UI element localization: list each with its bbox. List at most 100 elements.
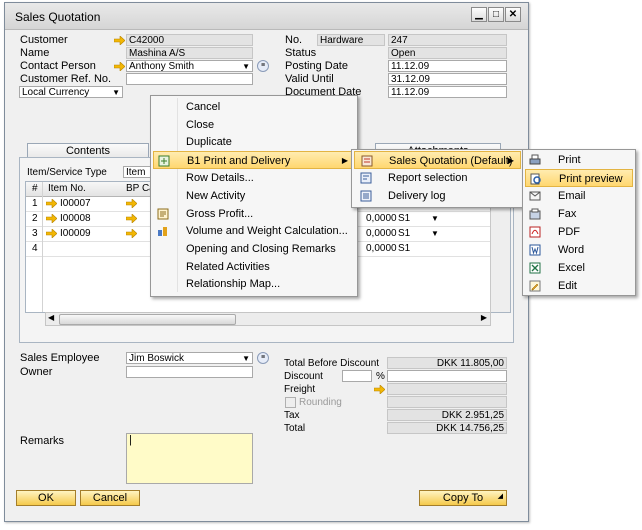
- info-icon[interactable]: ≡: [257, 352, 269, 364]
- menu-item-print[interactable]: Print: [523, 151, 635, 169]
- menu-item-sales-quotation-default[interactable]: Sales Quotation (Default) ▶: [354, 151, 521, 169]
- total-label: Total: [284, 423, 306, 434]
- document-layout-icon: [361, 155, 373, 167]
- menu-item-pdf[interactable]: PDF: [523, 223, 635, 241]
- chevron-down-icon[interactable]: ▼: [431, 227, 439, 240]
- posting-date-field[interactable]: 11.12.09: [388, 60, 507, 72]
- quantity-cell[interactable]: 0,0000: [366, 212, 397, 225]
- owner-field[interactable]: [126, 366, 253, 378]
- document-date-field[interactable]: 11.12.09: [388, 86, 507, 98]
- customer-ref-field[interactable]: [126, 73, 253, 85]
- word-icon: [529, 244, 541, 256]
- menu-item-gross-profit[interactable]: Gross Profit...: [151, 205, 357, 223]
- percent-label: %: [376, 371, 385, 382]
- remarks-label: Remarks: [20, 435, 65, 447]
- discount-amount-field[interactable]: [387, 370, 507, 382]
- scroll-right-icon[interactable]: ▶: [481, 313, 487, 322]
- menu-item-cancel[interactable]: Cancel: [151, 98, 357, 116]
- menu-item-report-selection[interactable]: Report selection: [352, 169, 523, 187]
- name-field[interactable]: Mashina A/S: [126, 47, 253, 59]
- info-icon[interactable]: ≡: [257, 60, 269, 72]
- menu-item-new-activity[interactable]: New Activity: [151, 187, 357, 205]
- menu-item-related-activities[interactable]: Related Activities: [151, 258, 357, 276]
- scroll-left-icon[interactable]: ◀: [48, 313, 54, 322]
- menu-item-email[interactable]: Email: [523, 187, 635, 205]
- tab-contents[interactable]: Contents: [27, 143, 149, 158]
- rounding-checkbox[interactable]: [285, 397, 296, 408]
- horizontal-scrollbar[interactable]: ◀ ▶: [45, 312, 491, 326]
- quantity-cell[interactable]: 0,0000: [366, 242, 397, 255]
- posting-date-label: Posting Date: [285, 60, 348, 72]
- minimize-icon[interactable]: ▁: [471, 7, 487, 22]
- menu-item-label: Print preview: [559, 173, 623, 185]
- link-arrow-icon[interactable]: [46, 199, 57, 208]
- discount-label: Discount: [284, 371, 323, 382]
- link-arrow-icon[interactable]: [126, 199, 137, 208]
- menu-item-close[interactable]: Close: [151, 116, 357, 134]
- contact-person-select[interactable]: Anthony Smith ▼: [126, 60, 253, 72]
- menu-item-label: PDF: [558, 226, 580, 238]
- contact-label: Contact Person: [20, 60, 96, 72]
- link-arrow-icon[interactable]: [114, 36, 125, 45]
- link-arrow-icon[interactable]: [46, 229, 57, 238]
- sales-employee-label: Sales Employee: [20, 352, 100, 364]
- item-number[interactable]: I00008: [60, 212, 91, 225]
- no-label: No.: [285, 34, 303, 46]
- menu-item-relationship-map[interactable]: Relationship Map...: [151, 275, 357, 293]
- item-number[interactable]: I00007: [60, 197, 91, 210]
- link-arrow-icon[interactable]: [46, 214, 57, 223]
- menu-item-edit[interactable]: Edit: [523, 277, 635, 295]
- menu-item-print-preview[interactable]: Print preview: [525, 169, 633, 187]
- scrollbar-thumb[interactable]: [59, 314, 236, 325]
- customer-field[interactable]: C42000: [126, 34, 253, 46]
- copy-to-button[interactable]: Copy To ◢: [419, 490, 507, 506]
- remarks-textarea[interactable]: |: [126, 433, 253, 484]
- sales-employee-value: Jim Boswick: [129, 353, 185, 364]
- row-number-column: [26, 182, 43, 312]
- menu-item-label: Volume and Weight Calculation...: [186, 225, 348, 237]
- menu-item-word[interactable]: Word: [523, 241, 635, 259]
- cancel-button[interactable]: Cancel: [80, 490, 140, 506]
- menu-item-label: Close: [186, 119, 215, 131]
- email-icon: [529, 191, 541, 201]
- discount-percent-field[interactable]: [342, 370, 372, 382]
- menu-item-excel[interactable]: Excel: [523, 259, 635, 277]
- menu-item-print-delivery[interactable]: B1 Print and Delivery ▶: [153, 151, 355, 169]
- menu-item-volume-weight[interactable]: Volume and Weight Calculation...: [151, 222, 357, 240]
- valid-until-label: Valid Until: [285, 73, 334, 85]
- menu-item-delivery-log[interactable]: Delivery log: [352, 187, 523, 205]
- tax-label: Tax: [284, 410, 300, 421]
- item-type-select[interactable]: Item: [123, 166, 153, 178]
- menu-item-fax[interactable]: Fax: [523, 205, 635, 223]
- link-arrow-icon[interactable]: [114, 62, 125, 71]
- warehouse-cell[interactable]: S1: [398, 227, 410, 240]
- item-number[interactable]: I00009: [60, 227, 91, 240]
- valid-until-field[interactable]: 31.12.09: [388, 73, 507, 85]
- chevron-down-icon[interactable]: ▼: [431, 212, 439, 225]
- owner-label: Owner: [20, 366, 53, 378]
- close-icon[interactable]: ✕: [505, 7, 521, 22]
- link-arrow-icon[interactable]: [126, 229, 137, 238]
- currency-select[interactable]: Local Currency ▼: [19, 86, 123, 98]
- vertical-scrollbar[interactable]: [490, 197, 510, 312]
- menu-item-label: Word: [558, 244, 585, 256]
- menu-item-row-details[interactable]: Row Details...: [151, 169, 357, 187]
- col-item-header[interactable]: Item No.: [48, 183, 86, 194]
- ok-button[interactable]: OK: [16, 490, 76, 506]
- warehouse-cell[interactable]: S1: [398, 212, 410, 225]
- menu-item-label: B1 Print and Delivery: [187, 155, 291, 167]
- doc-number-field[interactable]: 247: [388, 34, 507, 46]
- series-field[interactable]: Hardware: [317, 34, 385, 46]
- warehouse-cell[interactable]: S1: [398, 242, 410, 255]
- sales-employee-select[interactable]: Jim Boswick ▼: [126, 352, 253, 364]
- print-preview-icon: [530, 173, 541, 185]
- customer-ref-label: Customer Ref. No.: [20, 73, 112, 85]
- link-arrow-icon[interactable]: [126, 214, 137, 223]
- maximize-icon[interactable]: □: [488, 7, 504, 22]
- menu-item-opening-closing-remarks[interactable]: Opening and Closing Remarks: [151, 240, 357, 258]
- quantity-cell[interactable]: 0,0000: [366, 227, 397, 240]
- link-arrow-icon[interactable]: [374, 385, 385, 394]
- submenu-arrow-icon: ▶: [341, 156, 348, 165]
- excel-icon: [529, 262, 541, 274]
- menu-item-duplicate[interactable]: Duplicate: [151, 133, 357, 151]
